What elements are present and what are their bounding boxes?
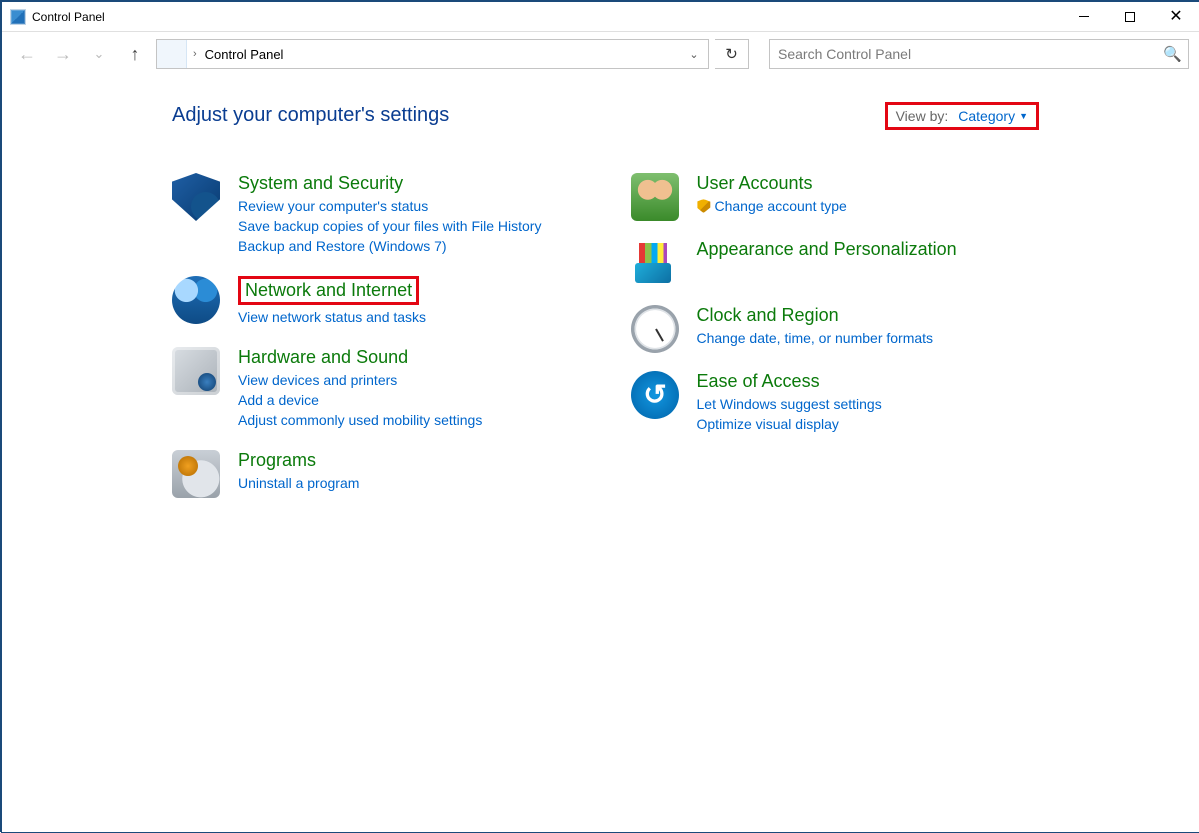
- view-by-label: View by:: [896, 108, 949, 124]
- category-system-security: System and Security Review your computer'…: [172, 173, 571, 258]
- uac-shield-icon: [697, 199, 711, 213]
- category-title-network-internet[interactable]: Network and Internet: [238, 276, 419, 305]
- category-link-system-security-0[interactable]: Review your computer's status: [238, 198, 541, 214]
- category-user-accounts: User Accounts Change account type: [631, 173, 1030, 221]
- category-programs: Programs Uninstall a program: [172, 450, 571, 498]
- category-clock-region: Clock and Region Change date, time, or nu…: [631, 305, 1030, 353]
- address-dropdown-button[interactable]: ⌄: [680, 40, 708, 68]
- refresh-button[interactable]: ↻: [715, 39, 749, 69]
- category-title-ease-of-access[interactable]: Ease of Access: [697, 371, 820, 392]
- ease-icon[interactable]: [631, 371, 679, 419]
- search-box[interactable]: 🔍: [769, 39, 1189, 69]
- address-icon: [157, 40, 187, 68]
- category-link-clock-region-0[interactable]: Change date, time, or number formats: [697, 330, 934, 346]
- maximize-button[interactable]: [1107, 2, 1153, 32]
- nav-row: ← → ⌄ ↑ › Control Panel ⌄ ↻ 🔍: [2, 32, 1199, 76]
- category-column-left: System and Security Review your computer'…: [172, 173, 571, 516]
- category-title-hardware-sound[interactable]: Hardware and Sound: [238, 347, 408, 368]
- category-title-programs[interactable]: Programs: [238, 450, 316, 471]
- category-link-system-security-2[interactable]: Backup and Restore (Windows 7): [238, 238, 541, 254]
- shield-icon[interactable]: [172, 173, 220, 221]
- search-input[interactable]: [776, 45, 1159, 63]
- forward-button[interactable]: →: [48, 39, 78, 69]
- category-column-right: User Accounts Change account type Appearan…: [631, 173, 1030, 516]
- category-link-hardware-sound-1[interactable]: Add a device: [238, 392, 482, 408]
- titlebar: Control Panel ✕: [2, 2, 1199, 32]
- minimize-button[interactable]: [1061, 2, 1107, 32]
- category-network-internet: Network and Internet View network status …: [172, 276, 571, 329]
- appearance-icon[interactable]: [631, 239, 679, 287]
- address-bar[interactable]: › Control Panel ⌄: [156, 39, 709, 69]
- back-button[interactable]: ←: [12, 39, 42, 69]
- category-link-hardware-sound-2[interactable]: Adjust commonly used mobility settings: [238, 412, 482, 428]
- caret-down-icon: ▼: [1019, 111, 1028, 121]
- category-link-network-internet-0[interactable]: View network status and tasks: [238, 309, 426, 325]
- category-title-appearance-personalization[interactable]: Appearance and Personalization: [697, 239, 957, 260]
- app-icon: [10, 9, 26, 25]
- breadcrumb-chevron-icon: ›: [187, 48, 203, 60]
- window-title: Control Panel: [32, 10, 105, 24]
- hardware-icon[interactable]: [172, 347, 220, 395]
- category-link-ease-of-access-1[interactable]: Optimize visual display: [697, 416, 882, 432]
- programs-icon[interactable]: [172, 450, 220, 498]
- category-appearance-personalization: Appearance and Personalization: [631, 239, 1030, 287]
- category-link-system-security-1[interactable]: Save backup copies of your files with Fi…: [238, 218, 541, 234]
- view-by-dropdown[interactable]: Category ▼: [958, 108, 1028, 124]
- category-ease-of-access: Ease of Access Let Windows suggest settin…: [631, 371, 1030, 436]
- content-area: Adjust your computer's settings View by:…: [2, 76, 1199, 516]
- view-by-value: Category: [958, 108, 1015, 124]
- up-button[interactable]: ↑: [120, 39, 150, 69]
- close-button[interactable]: ✕: [1153, 2, 1199, 32]
- category-hardware-sound: Hardware and Sound View devices and print…: [172, 347, 571, 432]
- category-link-hardware-sound-0[interactable]: View devices and printers: [238, 372, 482, 388]
- category-link-programs-0[interactable]: Uninstall a program: [238, 475, 359, 491]
- breadcrumb-location[interactable]: Control Panel: [203, 47, 284, 62]
- search-icon: 🔍: [1159, 45, 1182, 63]
- clock-icon[interactable]: [631, 305, 679, 353]
- view-by-control: View by: Category ▼: [885, 102, 1039, 130]
- category-link-ease-of-access-0[interactable]: Let Windows suggest settings: [697, 396, 882, 412]
- category-title-clock-region[interactable]: Clock and Region: [697, 305, 839, 326]
- users-icon[interactable]: [631, 173, 679, 221]
- recent-locations-button[interactable]: ⌄: [84, 39, 114, 69]
- category-link-user-accounts-0[interactable]: Change account type: [697, 198, 847, 214]
- network-icon[interactable]: [172, 276, 220, 324]
- category-title-user-accounts[interactable]: User Accounts: [697, 173, 813, 194]
- category-title-system-security[interactable]: System and Security: [238, 173, 403, 194]
